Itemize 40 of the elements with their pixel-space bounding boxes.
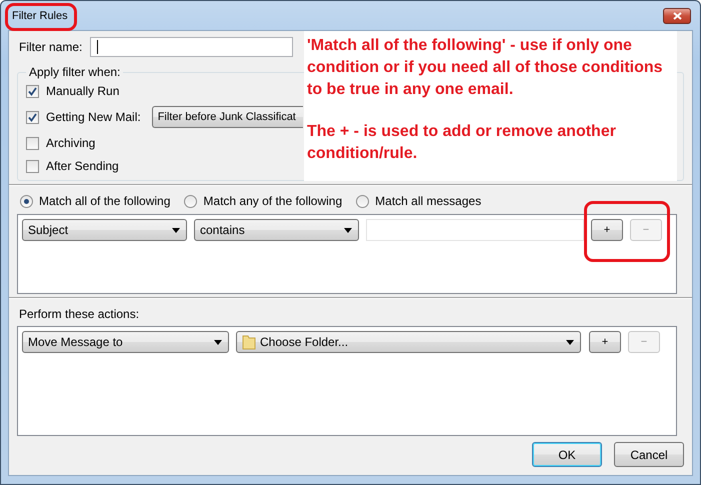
folder-icon — [242, 334, 256, 350]
checkmark-icon — [28, 112, 37, 122]
dropdown[interactable]: Filter before Junk Classificat — [152, 106, 303, 128]
dropdown-arrow-icon — [172, 228, 180, 232]
dropdown-arrow-icon — [344, 228, 352, 232]
dialog-button[interactable]: OK — [532, 442, 602, 467]
close-icon — [672, 12, 682, 20]
field-label: Filter name: — [19, 40, 82, 54]
dropdown-arrow-icon — [214, 340, 222, 344]
group-label: Apply filter when: — [28, 65, 122, 79]
dropdown[interactable]: contains — [194, 219, 359, 241]
checkbox-label: Getting New Mail: — [46, 110, 141, 124]
add-button[interactable]: + — [591, 219, 623, 241]
radio-label: Match any of the following — [203, 194, 342, 208]
add-button[interactable]: + — [589, 331, 621, 353]
checkbox-label: Archiving — [46, 136, 96, 150]
radio-button[interactable] — [20, 194, 33, 208]
section-label: Perform these actions: — [19, 307, 140, 321]
input-field[interactable] — [90, 37, 294, 57]
dropdown[interactable]: Move Message to — [22, 331, 229, 353]
annotation-text: The + - is used to add or remove another condition/rule. — [307, 122, 617, 164]
dropdown[interactable]: Subject — [22, 219, 187, 241]
checkbox-label: After Sending — [46, 159, 119, 173]
dialog-button[interactable]: Cancel — [614, 442, 684, 467]
radio-button[interactable] — [356, 194, 370, 208]
checkbox[interactable] — [26, 84, 39, 98]
annotation-text: 'Match all of the following' - use if only one condition or if you need all of those conditions to be true in any one email. — [307, 36, 664, 100]
radio-button[interactable] — [184, 194, 198, 208]
checkmark-icon — [28, 86, 37, 96]
radio-label: Match all messages — [375, 194, 482, 208]
radio-label: Match all of the following — [39, 194, 170, 208]
highlight-ring — [5, 3, 77, 31]
close-button[interactable] — [663, 8, 691, 24]
checkbox[interactable] — [26, 160, 39, 172]
window-title: Filter Rules — [12, 10, 68, 22]
checkbox-label: Manually Run — [46, 84, 120, 98]
dropdown[interactable]: Choose Folder... — [236, 331, 581, 353]
dropdown-arrow-icon — [566, 340, 574, 344]
checkbox[interactable] — [26, 110, 39, 124]
checkbox[interactable] — [26, 136, 39, 150]
